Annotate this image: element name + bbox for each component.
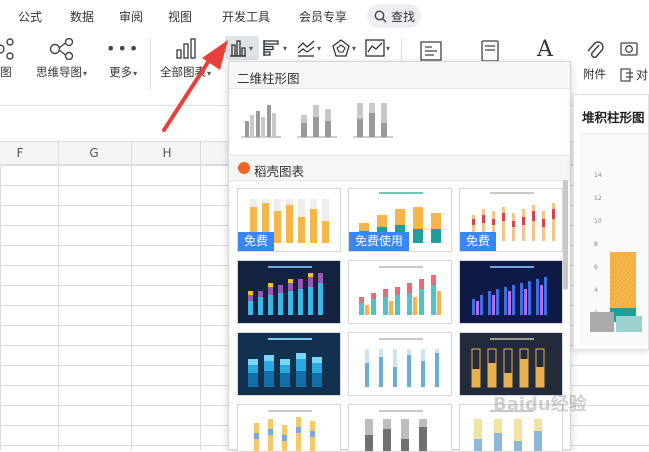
template-card[interactable] bbox=[348, 332, 452, 396]
area-chart-button[interactable]: ▾ bbox=[365, 36, 395, 60]
flowchart-icon bbox=[0, 38, 14, 60]
column-header-h[interactable]: H bbox=[157, 146, 177, 160]
column-divider bbox=[200, 142, 201, 450]
template-card[interactable] bbox=[348, 260, 452, 324]
template-card[interactable] bbox=[459, 260, 563, 324]
bar-chart-icon bbox=[263, 40, 279, 56]
section-2d-column-title: 二维柱形图 bbox=[237, 71, 300, 86]
column-header-g[interactable]: G bbox=[84, 146, 104, 160]
mindmap-label: 思维导图▾ bbox=[36, 65, 88, 79]
mindmap-button[interactable]: 思维导图▾ bbox=[36, 38, 87, 80]
template-thumbnail bbox=[365, 410, 427, 451]
mindmap-icon bbox=[49, 38, 73, 60]
object-button[interactable] bbox=[480, 40, 500, 62]
template-thumbnail bbox=[471, 338, 545, 388]
bar-segment-orange bbox=[610, 252, 636, 308]
more-dots-icon: ••• bbox=[106, 39, 141, 58]
template-thumbnail bbox=[248, 338, 322, 387]
art-text-button[interactable]: A bbox=[537, 38, 553, 62]
template-card[interactable] bbox=[459, 332, 563, 396]
baidu-watermark: Baidu经验 bbox=[493, 394, 587, 415]
column-divider bbox=[58, 142, 59, 450]
column-header-f[interactable]: F bbox=[10, 146, 30, 160]
menu-bar: 公式 数据 审阅 视图 开发工具 会员专享 查找 bbox=[0, 0, 649, 32]
compare-label: 对 bbox=[636, 68, 649, 82]
compare-icon bbox=[620, 67, 633, 82]
chart-preview-card: 堆积柱形图 14 12 10 8 6 4 2 bbox=[573, 94, 649, 350]
bar-chart-button[interactable]: ▾ bbox=[262, 36, 292, 60]
template-card[interactable] bbox=[237, 404, 341, 452]
section-daoke-title: 稻壳图表 bbox=[254, 164, 305, 179]
document-icon bbox=[481, 40, 499, 62]
blurred-bar bbox=[590, 312, 614, 332]
attachment-button[interactable]: 附件 bbox=[583, 38, 606, 82]
radar-chart-button[interactable]: ▾ bbox=[331, 36, 361, 60]
art-text-icon: A bbox=[537, 37, 553, 62]
area-chart-icon bbox=[365, 39, 385, 57]
template-thumbnail bbox=[365, 338, 439, 387]
template-card[interactable] bbox=[348, 404, 452, 452]
menu-data[interactable]: 数据 bbox=[70, 8, 94, 25]
paperclip-icon bbox=[586, 41, 604, 59]
line-chart-icon bbox=[297, 40, 315, 57]
search-label: 查找 bbox=[391, 9, 416, 24]
template-thumbnail bbox=[248, 266, 323, 315]
scrollbar[interactable] bbox=[563, 180, 568, 290]
chevron-down-icon: ▾ bbox=[283, 43, 288, 53]
flowchart-button[interactable]: 图 bbox=[0, 38, 18, 80]
template-thumbnail bbox=[254, 410, 315, 451]
search-icon bbox=[374, 10, 387, 23]
template-thumbnail bbox=[359, 266, 441, 315]
textbox-button[interactable] bbox=[420, 40, 442, 62]
free-badge: 免费 bbox=[238, 232, 275, 251]
search-button[interactable]: 查找 bbox=[367, 4, 421, 28]
percent-stacked-column-option[interactable] bbox=[351, 97, 395, 141]
menu-developer[interactable]: 开发工具 bbox=[222, 8, 270, 25]
preview-bars bbox=[590, 252, 642, 332]
radar-chart-icon bbox=[332, 39, 350, 57]
menu-member[interactable]: 会员专享 bbox=[299, 8, 347, 25]
column-divider bbox=[131, 142, 132, 450]
attachment-label: 附件 bbox=[583, 67, 606, 81]
chevron-down-icon: ▾ bbox=[249, 43, 254, 53]
chevron-down-icon: ▾ bbox=[317, 43, 322, 53]
camera-button[interactable] bbox=[620, 40, 638, 56]
menu-formula[interactable]: 公式 bbox=[18, 8, 42, 25]
daoke-logo-icon bbox=[238, 162, 250, 174]
template-card[interactable]: 免费 bbox=[459, 188, 563, 252]
clustered-column-option[interactable] bbox=[239, 97, 283, 141]
blurred-bar bbox=[616, 316, 642, 332]
menu-view[interactable]: 视图 bbox=[168, 8, 192, 25]
camera-icon bbox=[620, 42, 638, 56]
template-thumbnail bbox=[472, 266, 547, 315]
free-badge: 免费 bbox=[460, 232, 497, 251]
section-daoke-charts: 稻壳图表 bbox=[229, 155, 570, 181]
chevron-down-icon: ▾ bbox=[386, 43, 391, 53]
preview-title: 堆积柱形图 bbox=[582, 110, 645, 125]
template-card[interactable]: 免费 bbox=[237, 188, 341, 252]
more-label: 更多▾ bbox=[109, 65, 138, 79]
chevron-down-icon: ▾ bbox=[352, 43, 357, 53]
line-chart-button[interactable]: ▾ bbox=[296, 36, 326, 60]
preview-chart: 14 12 10 8 6 4 2 bbox=[580, 133, 648, 345]
template-card[interactable] bbox=[237, 260, 341, 324]
flowchart-label: 图 bbox=[0, 65, 12, 79]
compare-button[interactable]: 对 bbox=[620, 66, 648, 83]
template-card[interactable]: 免费使用 bbox=[348, 188, 452, 252]
free-use-badge: 免费使用 bbox=[349, 232, 410, 251]
section-2d-column: 二维柱形图 bbox=[229, 62, 570, 89]
more-button[interactable]: ••• 更多▾ bbox=[106, 38, 140, 80]
template-card[interactable] bbox=[237, 332, 341, 396]
menu-review[interactable]: 审阅 bbox=[119, 8, 143, 25]
red-arrow-annotation bbox=[162, 40, 228, 132]
stacked-column-option[interactable] bbox=[295, 97, 339, 141]
textbox-icon bbox=[420, 41, 442, 61]
